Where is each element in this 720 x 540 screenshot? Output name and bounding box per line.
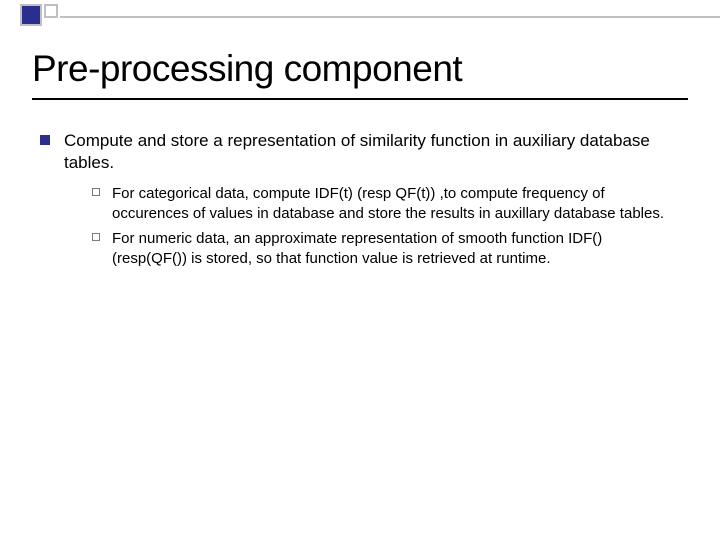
- accent-box-secondary: [44, 4, 58, 18]
- bullet-square-icon: [40, 135, 50, 145]
- hollow-square-icon: [92, 233, 100, 241]
- sub-bullet-row: For numeric data, an approximate represe…: [92, 229, 680, 268]
- sub-bullet-row: For categorical data, compute IDF(t) (re…: [92, 184, 680, 223]
- hollow-square-icon: [92, 188, 100, 196]
- main-bullet-text: Compute and store a representation of si…: [64, 130, 680, 174]
- slide-title: Pre-processing component: [32, 48, 462, 90]
- slide-content: Compute and store a representation of si…: [40, 130, 680, 274]
- title-underline: [32, 98, 688, 100]
- sub-bullet-text: For categorical data, compute IDF(t) (re…: [112, 184, 680, 223]
- top-divider: [60, 16, 720, 18]
- sub-bullet-text: For numeric data, an approximate represe…: [112, 229, 680, 268]
- main-bullet-row: Compute and store a representation of si…: [40, 130, 680, 174]
- accent-box-primary: [20, 4, 42, 26]
- sub-bullet-list: For categorical data, compute IDF(t) (re…: [92, 184, 680, 268]
